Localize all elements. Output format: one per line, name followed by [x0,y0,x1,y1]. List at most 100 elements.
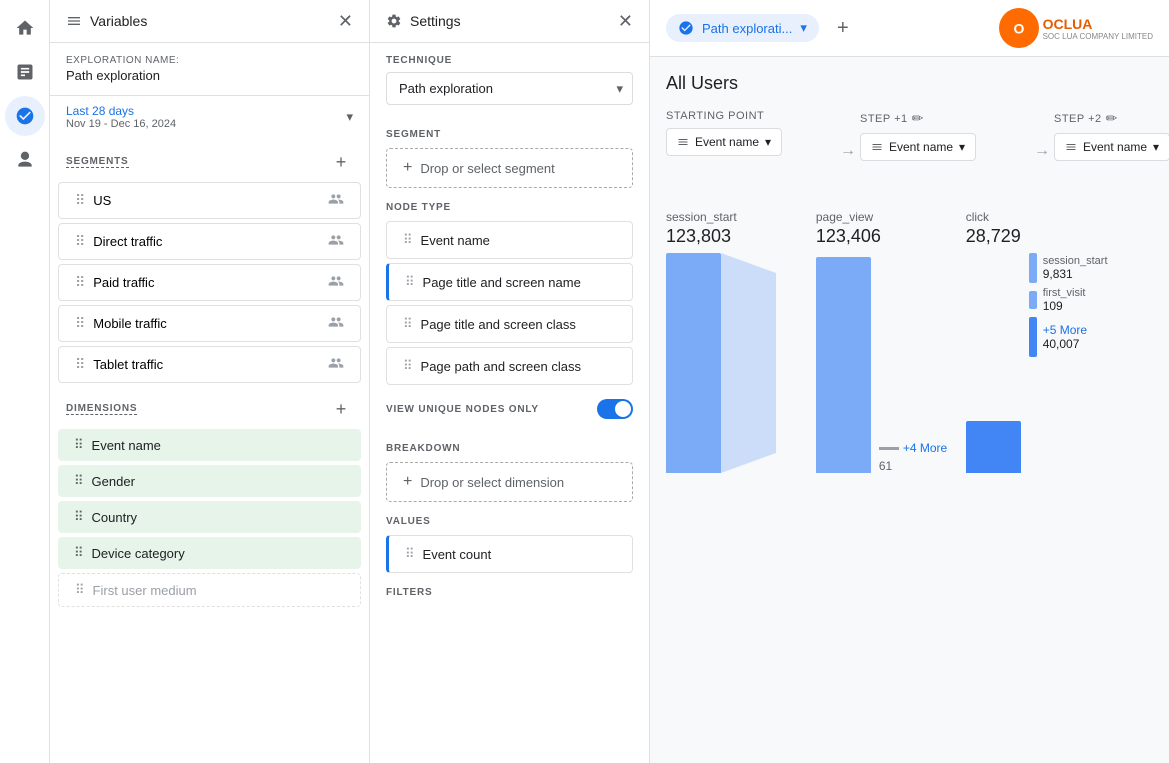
bar2-count: 123,406 [816,226,881,247]
step-plus2-label: STEP +2 [1054,113,1102,125]
advertising-icon[interactable] [5,140,45,180]
segment-paid-label: Paid traffic [93,275,154,290]
dropdown-arrow-icon: ▾ [765,135,771,149]
segment-drop-zone[interactable]: + Drop or select segment [386,148,633,188]
segment-direct-traffic[interactable]: ⠿ Direct traffic [58,223,361,260]
drag-icon: ⠿ [75,356,85,373]
bar3-event-name: click [966,210,989,224]
step2-dropdown-label: Event name [1083,140,1147,154]
main-tab[interactable]: Path explorati... ▾ [666,14,819,42]
segment-paid-traffic[interactable]: ⠿ Paid traffic [58,264,361,301]
step-plus1-edit-icon[interactable]: ✏ [912,110,924,127]
node-type-event-name-label: Event name [421,233,490,248]
reports-icon[interactable] [5,52,45,92]
bar1-visual [666,253,721,473]
dimension-gender[interactable]: ⠿ Gender [58,465,361,497]
segments-label: SEGMENTS [66,156,129,168]
logo-text-area: OCLUA SOC LUA COMPANY LIMITED [1043,16,1153,41]
dimension-gender-label: Gender [92,474,135,489]
settings-close-button[interactable]: ✕ [618,12,633,30]
values-event-count[interactable]: ⠿ Event count [386,535,633,573]
node-type-page-path-screen-class[interactable]: ⠿ Page path and screen class [386,347,633,385]
drag-icon: ⠿ [75,233,85,250]
segment-group-icon [328,232,344,251]
filters-label: FILTERS [370,575,649,604]
segment-group-icon [328,314,344,333]
starting-point-dropdown[interactable]: Event name ▾ [666,128,782,156]
dimension-country[interactable]: ⠿ Country [58,501,361,533]
add-segment-button[interactable]: + [329,150,353,174]
dimension-event-name[interactable]: ⠿ Event name [58,429,361,461]
breakdown-drop-zone[interactable]: + Drop or select dimension [386,462,633,502]
step2-dropdown[interactable]: Event name ▾ [1054,133,1169,161]
toggle-check-icon: ✓ [620,403,628,414]
step1-dropdown-label: Event name [889,140,953,154]
segment-tablet-label: Tablet traffic [93,357,163,372]
add-tab-button[interactable]: + [827,12,859,44]
logo-subtext: SOC LUA COMPANY LIMITED [1043,32,1153,41]
step2-more[interactable]: +5 More 40,007 [1029,317,1108,357]
drag-icon: ⠿ [74,509,84,525]
bar2-event-name: page_view [816,210,873,224]
explore-icon[interactable] [5,96,45,136]
drag-icon: ⠿ [74,545,84,561]
node-type-event-name[interactable]: ⠿ Event name [386,221,633,259]
technique-select[interactable]: Path exploration [386,72,633,105]
main-header: Path explorati... ▾ + O OCLUA SOC LUA CO… [650,0,1169,57]
segment-group-icon [328,355,344,374]
settings-panel-header: Settings ✕ [370,0,649,43]
drag-icon: ⠿ [75,274,85,291]
date-range-selector[interactable]: Last 28 days Nov 19 - Dec 16, 2024 ▾ [50,95,369,138]
bar1-count: 123,803 [666,226,731,247]
bar1-event-name: session_start [666,210,737,224]
add-dimension-button[interactable]: + [329,397,353,421]
tab-dropdown-icon: ▾ [800,20,807,36]
step2-session-start: session_start 9,831 [1029,253,1108,283]
dropdown-arrow-icon: ▾ [959,140,965,154]
segment-mobile-label: Mobile traffic [93,316,166,331]
main-content: Path explorati... ▾ + O OCLUA SOC LUA CO… [650,0,1169,763]
step-arrow-1: → [836,110,860,172]
segment-us[interactable]: ⠿ US [58,182,361,219]
technique-label: TECHNIQUE [370,43,649,72]
flow-connector-1 [721,253,781,473]
segment-group-icon [328,191,344,210]
step1-dropdown[interactable]: Event name ▾ [860,133,976,161]
node-type-page-title-screen-class[interactable]: ⠿ Page title and screen class [386,305,633,343]
segment-us-label: US [93,193,111,208]
step-plus2-header: STEP +2 ✏ [1054,110,1118,127]
dimension-device-category[interactable]: ⠿ Device category [58,537,361,569]
dimension-event-name-label: Event name [92,438,161,453]
left-navigation [0,0,50,763]
date-range-label: Last 28 days [66,104,176,118]
segment-direct-label: Direct traffic [93,234,162,249]
plus4-more-link[interactable]: +4 More [903,441,947,455]
starting-point-header: STARTING POINT [666,110,764,122]
technique-select-wrapper: Path exploration ▾ [386,72,633,105]
all-users-label: All Users [666,73,1153,94]
variables-close-button[interactable]: ✕ [338,12,353,30]
step-plus2-edit-icon[interactable]: ✏ [1106,110,1118,127]
add-icon: + [403,473,412,491]
dimension-first-user-medium[interactable]: ⠿ First user medium [58,573,361,607]
segment-tablet-traffic[interactable]: ⠿ Tablet traffic [58,346,361,383]
exploration-name-value: Path exploration [50,68,369,95]
bar2-visual [816,257,871,473]
home-icon[interactable] [5,8,45,48]
segment-mobile-traffic[interactable]: ⠿ Mobile traffic [58,305,361,342]
values-event-count-label: Event count [423,547,492,562]
bar3-visual [966,421,1021,473]
settings-icon [386,13,402,29]
node-type-label: NODE TYPE [370,190,649,219]
variables-panel-header: Variables ✕ [50,0,369,43]
drag-icon: ⠿ [75,192,85,209]
drag-icon: ⠿ [74,473,84,489]
logo-text: OCLUA [1043,16,1153,32]
values-label: VALUES [370,504,649,533]
dimension-country-label: Country [92,510,138,525]
view-unique-nodes-toggle[interactable]: ✓ [597,399,633,419]
drag-icon: ⠿ [75,582,85,598]
node-type-page-title-screen-name[interactable]: ⠿ Page title and screen name [386,263,633,301]
tab-icon [678,20,694,36]
segment-drop-label: Drop or select segment [420,161,554,176]
